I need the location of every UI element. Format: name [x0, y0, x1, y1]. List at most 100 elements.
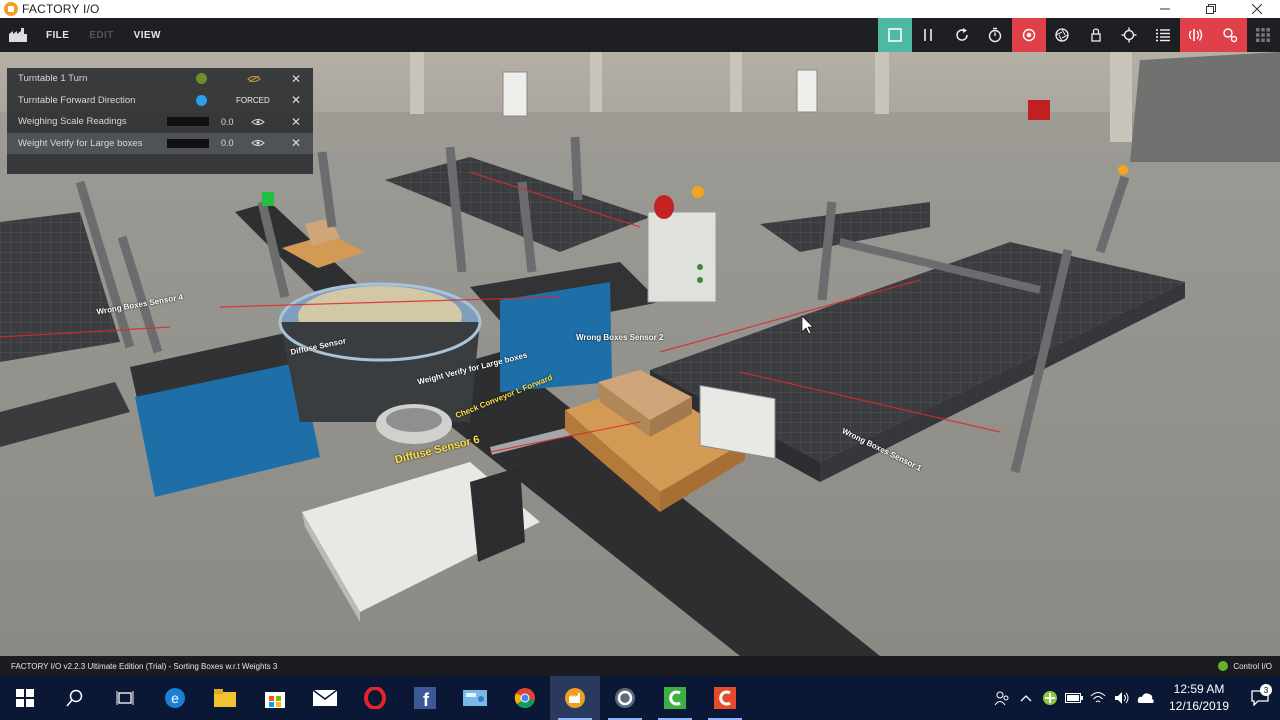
list-button[interactable] — [1146, 18, 1180, 52]
remove-tag-icon[interactable]: ✕ — [291, 136, 301, 150]
clock-time: 12:59 AM — [1173, 682, 1225, 696]
restore-icon — [1206, 4, 1216, 14]
tag-name: Weight Verify for Large boxes — [18, 137, 143, 149]
green-c-icon[interactable] — [650, 676, 700, 720]
driver-button[interactable] — [1213, 18, 1247, 52]
camera-target-icon — [1022, 28, 1035, 42]
window-controls — [1142, 0, 1280, 18]
factory-io-window: FACTORY I/O FILE EDIT VIEW Wrong Boxes S… — [0, 0, 1280, 720]
mail-icon[interactable] — [300, 676, 350, 720]
file-explorer-icon[interactable] — [200, 676, 250, 720]
opera-icon[interactable] — [350, 676, 400, 720]
scene-label-wrong-boxes-sensor-2: Wrong Boxes Sensor 2 — [576, 333, 664, 342]
eye-icon[interactable] — [251, 118, 265, 126]
tag-row-turntable-turn[interactable]: Turntable 1 Turn ✕ — [7, 68, 313, 90]
aperture-button[interactable] — [1046, 18, 1080, 52]
store-icon[interactable] — [250, 676, 300, 720]
list-icon — [1155, 29, 1170, 42]
action-center-button[interactable]: 3 — [1240, 684, 1280, 706]
driver-icon — [1223, 28, 1237, 43]
status-text: FACTORY I/O v2.2.3 Ultimate Edition (Tri… — [11, 661, 278, 671]
task-view-icon[interactable] — [100, 676, 150, 720]
windows-taskbar: e f 12:59 AM 12/16/2019 3 — [0, 676, 1280, 720]
tag-name: Turntable 1 Turn — [18, 73, 88, 85]
app-menubar: FILE EDIT VIEW — [0, 18, 1280, 52]
tag-value: 0.0 — [221, 138, 234, 149]
control-panel-icon[interactable] — [450, 676, 500, 720]
tag-state-led[interactable] — [196, 73, 207, 85]
timer-button[interactable] — [979, 18, 1013, 52]
pause-button[interactable] — [912, 18, 946, 52]
value-input[interactable] — [167, 117, 209, 127]
menu-view[interactable]: VIEW — [124, 18, 171, 52]
chevron-up-icon[interactable] — [1014, 676, 1038, 720]
minimize-icon — [1160, 8, 1170, 10]
factory-io-icon[interactable] — [550, 676, 600, 720]
edge-icon[interactable]: e — [150, 676, 200, 720]
window-title: FACTORY I/O — [22, 2, 100, 16]
svg-text:e: e — [171, 690, 179, 706]
close-icon — [1252, 4, 1262, 14]
remove-tag-icon[interactable]: ✕ — [291, 72, 301, 86]
check-icon — [1218, 661, 1229, 671]
notification-count-badge: 3 — [1260, 684, 1272, 696]
menu-file[interactable]: FILE — [36, 18, 79, 52]
menu-edit[interactable]: EDIT — [79, 18, 123, 52]
stop-button[interactable] — [878, 18, 912, 52]
search-icon[interactable] — [50, 676, 100, 720]
red-c-icon[interactable] — [700, 676, 750, 720]
clock-date: 12/16/2019 — [1168, 699, 1230, 713]
minimize-button[interactable] — [1142, 0, 1188, 18]
tag-panel: Turntable 1 Turn ✕ Turntable Forward Dir… — [7, 68, 313, 174]
remove-tag-icon[interactable]: ✕ — [291, 93, 301, 107]
aperture-icon — [1055, 28, 1069, 42]
remove-tag-icon[interactable]: ✕ — [291, 115, 301, 129]
value-input[interactable] — [167, 138, 209, 148]
system-tray: 12:59 AM 12/16/2019 3 — [990, 676, 1280, 720]
windows-start-icon[interactable] — [0, 676, 50, 720]
lock-button[interactable] — [1079, 18, 1113, 52]
chrome-icon[interactable] — [500, 676, 550, 720]
window-titlebar: FACTORY I/O — [0, 0, 1280, 18]
tag-state-led[interactable] — [196, 94, 207, 106]
volume-icon[interactable] — [1110, 676, 1134, 720]
facebook-icon[interactable]: f — [400, 676, 450, 720]
camera-target-button[interactable] — [1012, 18, 1046, 52]
sensor-button[interactable] — [1179, 18, 1213, 52]
toolbar — [878, 18, 1280, 52]
sensor-icon — [1189, 29, 1203, 41]
forced-label: FORCED — [236, 95, 270, 105]
reset-icon — [956, 28, 968, 41]
grid-icon — [1256, 28, 1271, 42]
people-icon[interactable] — [990, 676, 1014, 720]
onedrive-icon[interactable] — [1134, 676, 1158, 720]
tag-name: Weighing Scale Readings — [18, 116, 127, 128]
crosshair-button[interactable] — [1113, 18, 1147, 52]
restore-button[interactable] — [1188, 0, 1234, 18]
cortana-c-icon[interactable] — [600, 676, 650, 720]
shield-plus-icon[interactable] — [1038, 676, 1062, 720]
close-button[interactable] — [1234, 0, 1280, 18]
pause-icon — [924, 29, 933, 41]
battery-icon[interactable] — [1062, 676, 1086, 720]
lock-icon — [1091, 28, 1101, 42]
crosshair-icon — [1121, 27, 1137, 43]
status-bar: FACTORY I/O v2.2.3 Ultimate Edition (Tri… — [0, 656, 1280, 676]
taskbar-clock[interactable]: 12:59 AM 12/16/2019 — [1158, 681, 1240, 715]
timer-icon — [989, 27, 1002, 43]
factory-io-app-icon — [4, 2, 18, 16]
reset-button[interactable] — [945, 18, 979, 52]
tag-name: Turntable Forward Direction — [18, 94, 136, 106]
control-io-link[interactable]: Control I/O — [1233, 662, 1272, 671]
tag-row-turntable-forward[interactable]: Turntable Forward Direction FORCED ✕ — [7, 90, 313, 112]
eye-closed-icon[interactable] — [247, 75, 261, 83]
grid-button[interactable] — [1247, 18, 1280, 52]
tag-row-weighing-scale[interactable]: Weighing Scale Readings 0.0 ✕ — [7, 111, 313, 133]
wifi-icon[interactable] — [1086, 676, 1110, 720]
tag-row-weight-verify[interactable]: Weight Verify for Large boxes 0.0 ✕ — [7, 132, 313, 154]
tag-value: 0.0 — [221, 116, 234, 127]
eye-icon[interactable] — [251, 139, 265, 147]
factory-logo-icon[interactable] — [0, 18, 36, 52]
svg-text:f: f — [423, 690, 430, 709]
stop-icon — [888, 28, 902, 42]
